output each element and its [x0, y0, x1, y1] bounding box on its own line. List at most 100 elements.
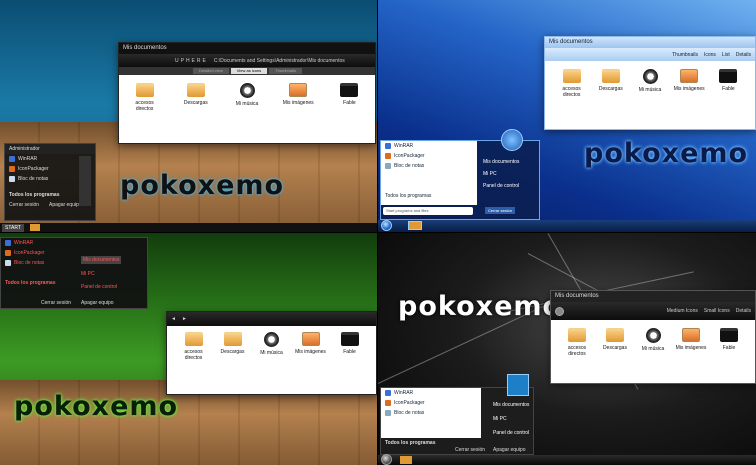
start-link[interactable]: Mi PC	[493, 416, 529, 422]
file-item[interactable]: accesos directos	[175, 332, 212, 361]
taskbar-explorer-icon[interactable]	[30, 224, 40, 231]
start-item-label: WinRAR	[394, 390, 414, 396]
address-path[interactable]: C:\Documents and Settings\Administrador\…	[214, 58, 345, 64]
start-link[interactable]: Panel de control	[483, 183, 519, 189]
window-title[interactable]: Mis documentos	[551, 291, 755, 302]
start-link[interactable]: Mi PC	[81, 271, 121, 277]
window-toolbar: ◄ ►	[167, 312, 376, 326]
file-item[interactable]: Descargas	[592, 69, 629, 98]
window-title[interactable]: Mis documentos	[119, 43, 375, 54]
file-label: Mi música	[641, 346, 665, 352]
start-orb-icon[interactable]	[381, 220, 392, 231]
file-label: accesos directos	[562, 86, 581, 98]
winrar-icon	[385, 143, 391, 149]
shutdown-button[interactable]: Apagar equipo	[49, 202, 82, 208]
shutdown-button[interactable]: Cerrar sesión	[485, 207, 516, 214]
file-item[interactable]: Mi música	[253, 332, 290, 361]
start-link[interactable]: Mis documentos	[493, 402, 529, 408]
file-item[interactable]: Fable	[710, 69, 747, 98]
iconpackager-icon	[385, 153, 391, 159]
start-menu: WinRAR IconPackager Bloc de notas Todos …	[380, 129, 540, 220]
taskbar-explorer-icon[interactable]	[400, 456, 412, 464]
start-item[interactable]: WinRAR	[381, 388, 481, 398]
start-link[interactable]: Panel de control	[493, 430, 529, 436]
start-item[interactable]: Bloc de notas	[381, 161, 477, 171]
winrar-icon	[5, 240, 11, 246]
back-icon[interactable]: ◄	[171, 316, 176, 322]
pictures-folder-icon	[289, 83, 308, 97]
file-label: Mi música	[235, 101, 259, 107]
file-item[interactable]: Mis imágenes	[292, 332, 329, 361]
file-item[interactable]: Mis imágenes	[673, 328, 709, 357]
forward-icon[interactable]: ►	[182, 316, 187, 322]
logoff-button[interactable]: Cerrar sesión	[41, 300, 71, 306]
tab-thumbnails[interactable]: Thumbnails	[269, 68, 302, 74]
start-item[interactable]: WinRAR	[381, 141, 477, 151]
file-item[interactable]: Descargas	[597, 328, 633, 357]
start-link[interactable]: Panel de control	[81, 284, 121, 290]
taskbar-explorer-icon[interactable]	[408, 221, 422, 230]
file-label: Descargas	[220, 349, 245, 355]
file-label: Descargas	[598, 86, 623, 92]
file-item[interactable]: accesos directos	[127, 83, 162, 112]
tab-detailed-view[interactable]: Detailed view	[193, 68, 229, 74]
start-link[interactable]: Mi PC	[483, 171, 519, 177]
folder-icon	[601, 69, 620, 83]
shutdown-button[interactable]: Apagar equipo	[81, 300, 114, 306]
explorer-window: Mis documentos Thumbnails Icons List Det…	[544, 36, 756, 130]
start-item-label: Bloc de notas	[394, 410, 425, 416]
file-item[interactable]: Mi música	[229, 83, 264, 112]
file-item[interactable]: Mi música	[631, 69, 668, 98]
file-item[interactable]: accesos directos	[553, 69, 590, 98]
logoff-button[interactable]: Cerrar sesión	[9, 202, 39, 208]
view-list[interactable]: List	[722, 52, 730, 58]
start-link[interactable]: Mis documentos	[81, 256, 122, 264]
file-list: accesos directos Descargas Mi música Mis…	[119, 75, 375, 120]
start-item[interactable]: Bloc de notas	[381, 408, 481, 418]
start-footer: Cerrar sesión Apagar equipo	[37, 298, 118, 308]
view-thumbnails[interactable]: Thumbnails	[672, 52, 698, 58]
file-item[interactable]: Mis imágenes	[671, 69, 708, 98]
start-left-panel: WinRAR IconPackager Bloc de notas Todos …	[381, 141, 477, 205]
all-programs[interactable]: Todos los programas	[381, 438, 439, 448]
file-item[interactable]: Mi música	[635, 328, 671, 357]
view-details[interactable]: Details	[736, 308, 751, 314]
file-item[interactable]: Fable	[711, 328, 747, 357]
logoff-button[interactable]: Cerrar sesión	[455, 447, 485, 453]
winrar-icon	[9, 156, 15, 162]
start-item[interactable]: Bloc de notas	[1, 258, 147, 268]
file-label: Mis imágenes	[675, 345, 707, 351]
start-orb-icon[interactable]	[381, 454, 392, 465]
preview-black-glass: pokoxemo Mis documentos Medium Icons Sma…	[378, 233, 756, 465]
file-item[interactable]: Descargas	[178, 83, 213, 112]
view-details[interactable]: Details	[736, 52, 751, 58]
tab-view-as-icons[interactable]: View as icons	[230, 68, 268, 74]
view-icons[interactable]: Icons	[704, 52, 716, 58]
file-item[interactable]: Mis imágenes	[281, 83, 316, 112]
file-label: accesos directos	[567, 345, 587, 357]
file-item[interactable]: Fable	[332, 83, 367, 112]
file-item[interactable]: accesos directos	[559, 328, 595, 357]
explorer-window: Mis documentos Medium Icons Small Icons …	[550, 290, 756, 384]
iconpackager-icon	[9, 166, 15, 172]
file-item[interactable]: Descargas	[214, 332, 251, 361]
file-label: Fable	[343, 349, 356, 355]
all-programs[interactable]: Todos los programas	[1, 278, 147, 288]
window-title[interactable]: Mis documentos	[545, 37, 755, 48]
dark-folder-icon	[340, 83, 359, 97]
start-item-label: WinRAR	[18, 156, 38, 162]
back-icon[interactable]	[555, 306, 564, 316]
start-search-input[interactable]: Start programs and files	[383, 207, 473, 215]
start-item[interactable]: IconPackager	[1, 248, 147, 258]
start-item[interactable]: IconPackager	[381, 151, 477, 161]
start-link[interactable]: Mis documentos	[483, 159, 519, 165]
shutdown-button[interactable]: Apagar equipo	[493, 447, 526, 453]
start-button[interactable]: START	[2, 224, 24, 232]
start-item[interactable]: WinRAR	[1, 238, 147, 248]
view-medium-icons[interactable]: Medium Icons	[667, 308, 698, 314]
start-item[interactable]: IconPackager	[381, 398, 481, 408]
all-programs[interactable]: Todos los programas	[381, 191, 435, 201]
file-item[interactable]: Fable	[331, 332, 368, 361]
brand-logo: pokoxemo	[120, 170, 285, 201]
view-small-icons[interactable]: Small Icons	[704, 308, 730, 314]
